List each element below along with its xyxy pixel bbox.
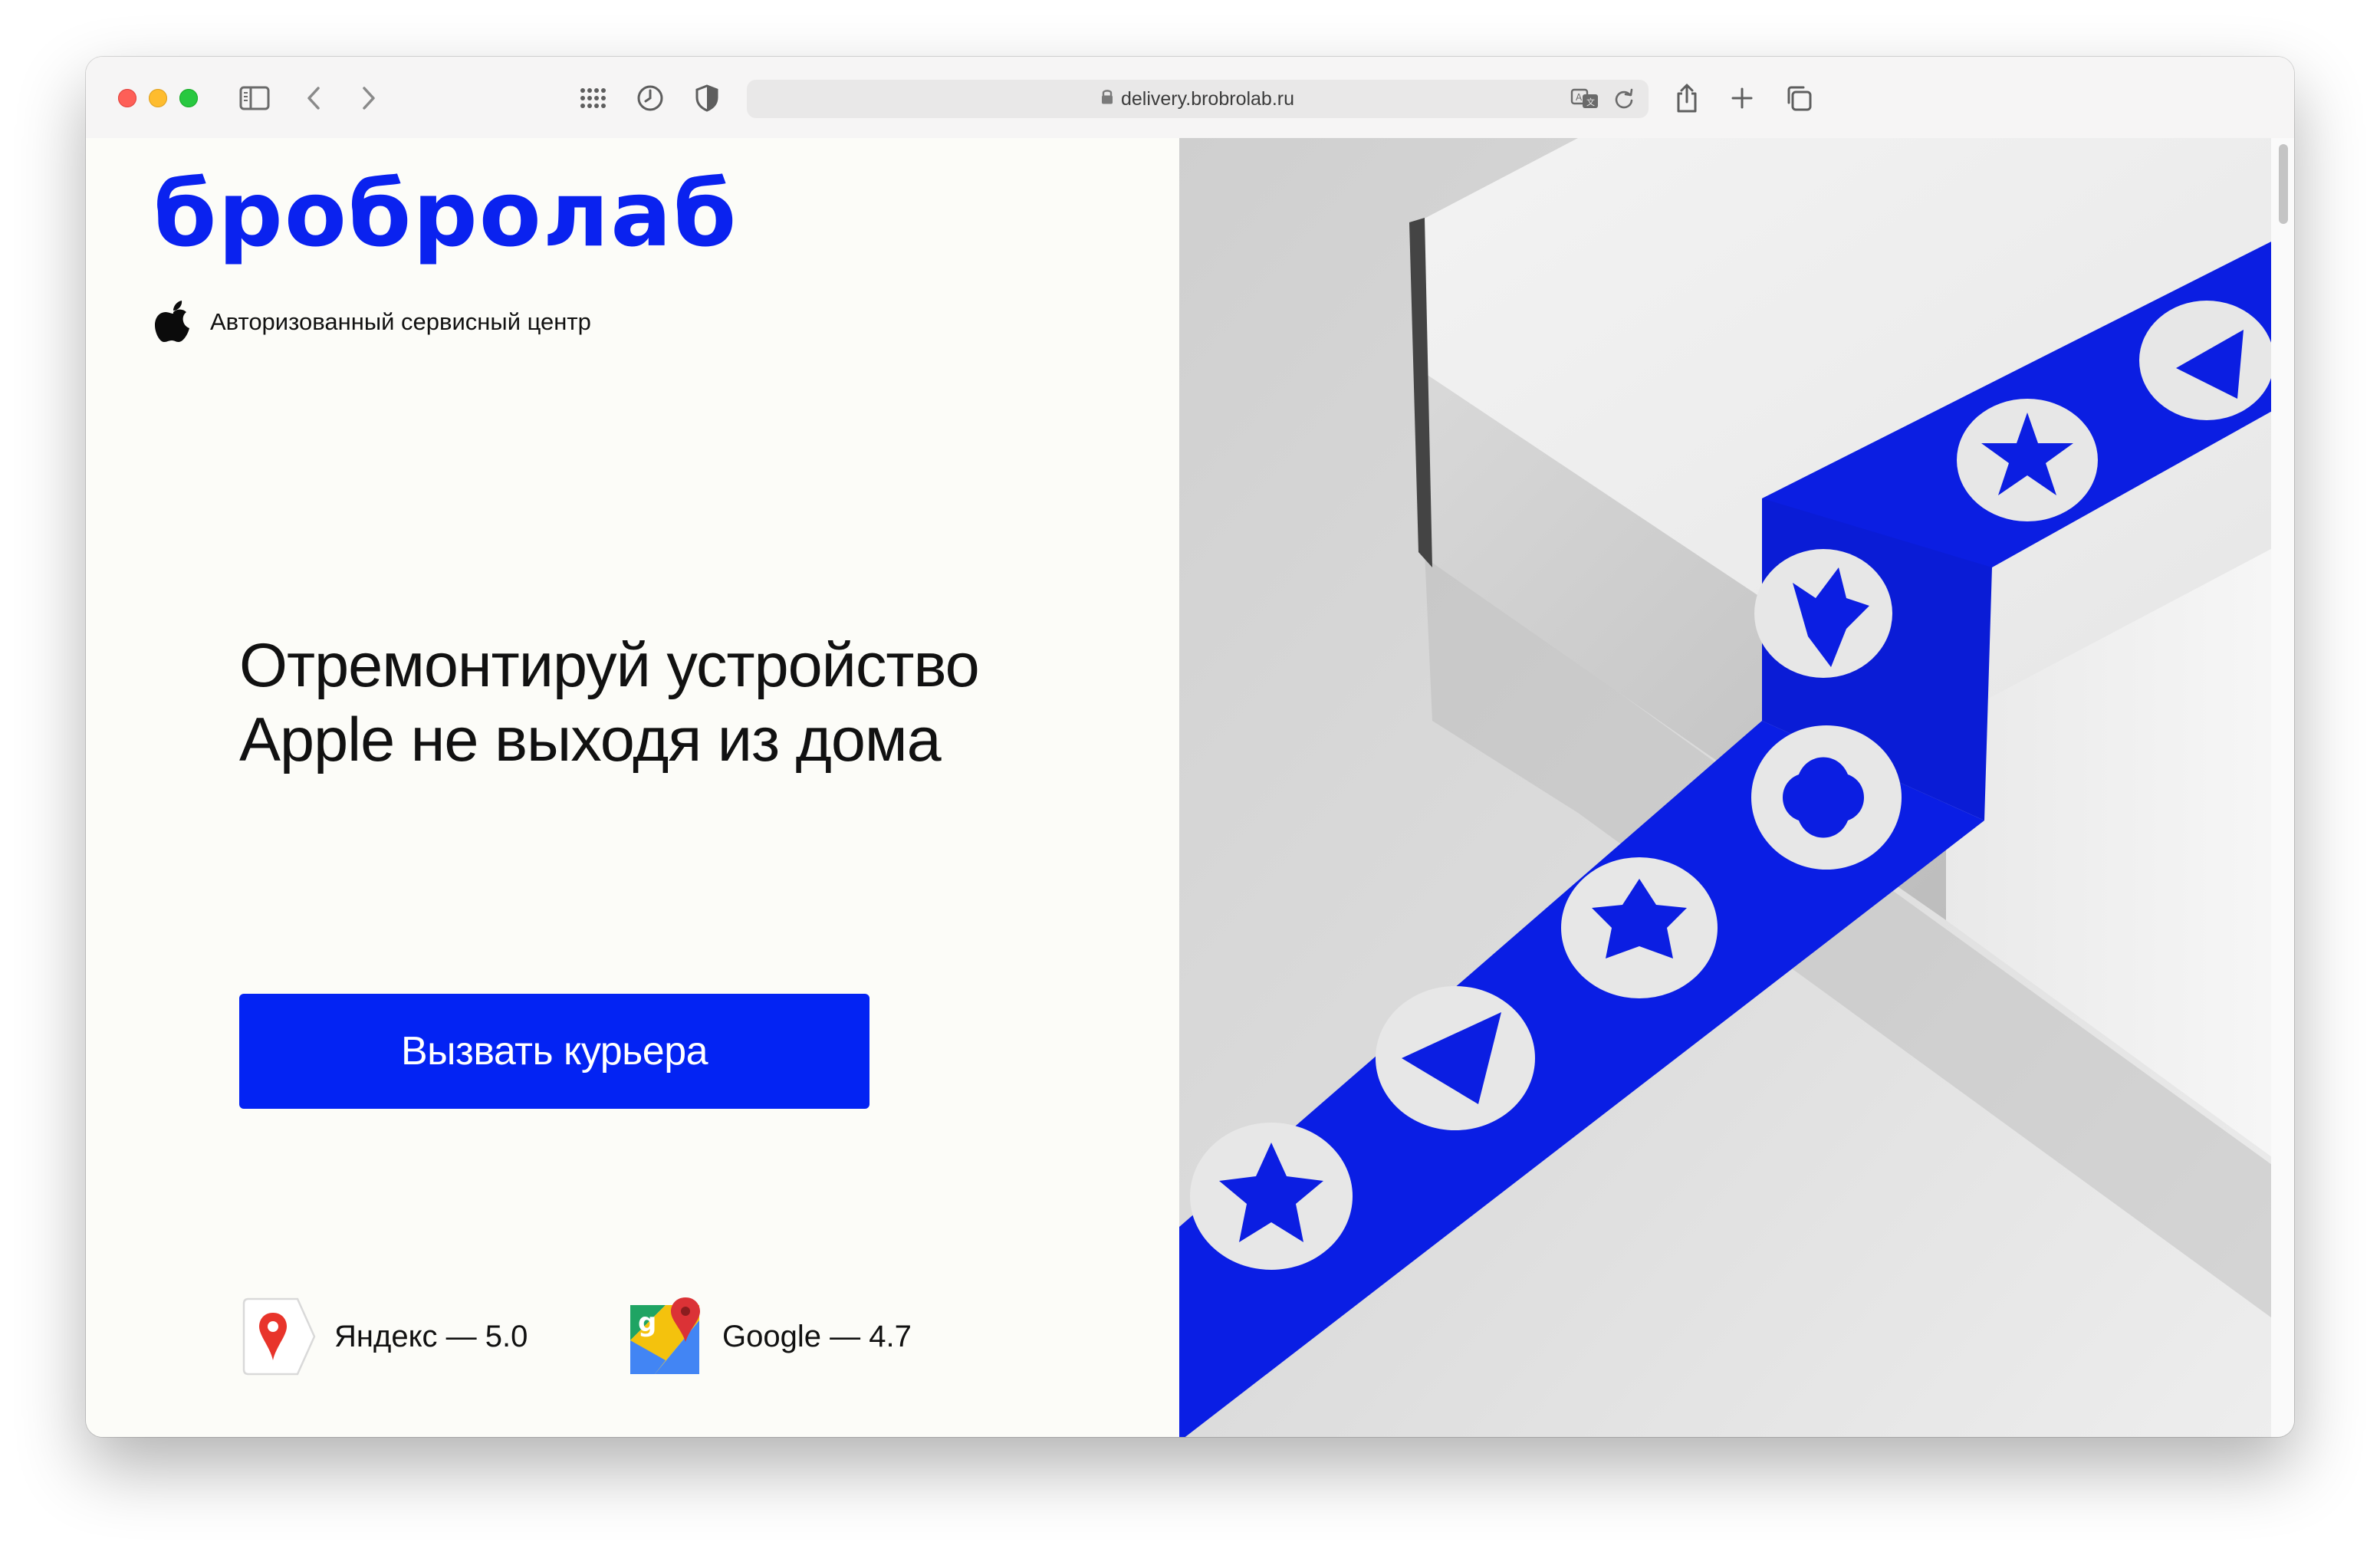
address-bar[interactable]: delivery.brobrolab.ru A文: [747, 80, 1649, 118]
sidebar-toggle-icon[interactable]: [236, 80, 273, 117]
svg-text:g: g: [638, 1307, 656, 1338]
headline-line-1: Отремонтируй устройство: [239, 631, 980, 700]
translate-icon[interactable]: A文: [1570, 87, 1601, 111]
page-content: бробролаб Авторизованный сервисный центр…: [86, 138, 2294, 1437]
authorized-badge: Авторизованный сервисный центр: [153, 299, 591, 345]
svg-text:A: A: [1576, 92, 1583, 103]
browser-window: delivery.brobrolab.ru A文 бробролаб Автор…: [86, 57, 2294, 1437]
apple-logo-icon: [155, 301, 189, 342]
yandex-maps-icon: [242, 1297, 316, 1376]
browser-toolbar: delivery.brobrolab.ru A文: [86, 57, 2294, 140]
google-rating-text: Google — 4.7: [722, 1319, 912, 1353]
svg-text:文: 文: [1586, 97, 1595, 107]
google-rating[interactable]: g Google — 4.7: [627, 1294, 912, 1379]
minimize-window-button[interactable]: [149, 89, 167, 107]
new-tab-plus-icon[interactable]: [1724, 80, 1760, 117]
scrollbar-track[interactable]: [2271, 138, 2294, 1437]
privacy-shield-icon[interactable]: [689, 80, 725, 117]
hero-headline: Отремонтируй устройство Apple не выходя …: [239, 629, 1083, 778]
hero-image: [1179, 138, 2294, 1437]
brand-logo[interactable]: бробролаб: [153, 169, 738, 259]
yandex-rating-text: Яндекс — 5.0: [334, 1319, 528, 1353]
share-icon[interactable]: [1668, 80, 1705, 117]
history-clock-icon[interactable]: [632, 80, 669, 117]
call-courier-button[interactable]: Вызвать курьера: [239, 994, 869, 1109]
forward-icon[interactable]: [350, 80, 386, 117]
back-icon[interactable]: [296, 80, 333, 117]
zoom-window-button[interactable]: [179, 89, 198, 107]
hero-left-panel: бробролаб Авторизованный сервисный центр…: [86, 138, 1179, 1437]
tab-overview-grid-icon[interactable]: [575, 80, 612, 117]
authorized-service-label: Авторизованный сервисный центр: [210, 308, 591, 335]
scrollbar-thumb[interactable]: [2279, 144, 2288, 224]
url-text: delivery.brobrolab.ru: [1120, 87, 1295, 110]
tabs-overview-icon[interactable]: [1780, 80, 1817, 117]
lock-icon: [1101, 88, 1113, 110]
close-window-button[interactable]: [118, 89, 136, 107]
branded-box-photo: [1179, 138, 2294, 1437]
headline-line-2: Apple не выходя из дома: [239, 705, 942, 774]
reload-icon[interactable]: [1613, 87, 1635, 111]
yandex-rating[interactable]: Яндекс — 5.0: [239, 1294, 528, 1379]
google-maps-icon: g: [630, 1297, 700, 1374]
